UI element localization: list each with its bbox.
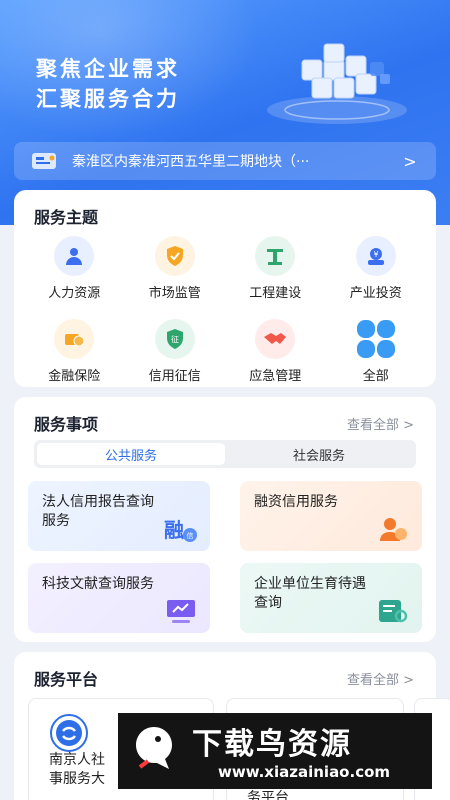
chevron-right-icon[interactable]: >: [400, 152, 420, 171]
svg-text:征: 征: [171, 334, 179, 344]
theme-item-construction[interactable]: 工程建设: [225, 236, 326, 301]
service-theme-card: 服务主题 人力资源 市场监管 工程建设 ¥ 产业投资 金融保险 征 信用征信 应…: [14, 190, 436, 387]
monitor-icon: [167, 600, 195, 623]
handshake-icon: [255, 319, 296, 359]
shield-icon: [154, 236, 195, 276]
theme-item-label: 信用征信: [148, 369, 201, 384]
credit-badge-icon: 征: [154, 319, 195, 359]
service-items-view-all-link[interactable]: 查看全部 >: [347, 414, 414, 433]
hero-title: 聚焦企业需求 汇聚服务合力: [36, 54, 180, 114]
announcement-icon: [32, 153, 56, 169]
tile-label: 融资信用服务: [254, 494, 338, 510]
tile-label: 法人信用报告查询服务: [42, 494, 154, 529]
bird-logo-icon: [136, 727, 172, 769]
theme-item-finance-insurance[interactable]: 金融保险: [24, 319, 125, 384]
tab-social-service[interactable]: 社会服务: [225, 443, 413, 465]
document-search-icon: [379, 600, 408, 623]
financing-icon: [380, 518, 407, 541]
hrss-logo-icon: [50, 714, 88, 752]
service-items-title: 服务事项: [34, 415, 99, 434]
watermark-url: www.xiazainiao.com: [218, 763, 391, 781]
service-platform-view-all-link[interactable]: 查看全部 >: [347, 669, 414, 688]
theme-item-human-resources[interactable]: 人力资源: [24, 236, 125, 301]
theme-item-label: 全部: [362, 369, 389, 384]
svg-text:¥: ¥: [373, 250, 378, 259]
watermark: 下载鸟资源 www.xiazainiao.com: [118, 713, 432, 789]
service-theme-title: 服务主题: [34, 208, 99, 227]
service-items-tiles: 法人信用报告查询服务 融 信 融资信用服务 科技文献查询服务 企业单位生育待遇查…: [28, 481, 422, 633]
theme-item-all[interactable]: 全部: [326, 319, 427, 384]
person-icon: [54, 236, 95, 276]
tab-public-service[interactable]: 公共服务: [37, 443, 225, 465]
watermark-name: 下载鸟资源: [192, 727, 352, 762]
service-items-tabs: 公共服务 社会服务: [34, 440, 416, 468]
theme-item-label: 市场监管: [148, 286, 201, 301]
platform-card-label: 务平台: [247, 790, 289, 800]
grid-icon: [356, 319, 396, 359]
service-tile-legal-credit-report[interactable]: 法人信用报告查询服务 融 信: [28, 481, 210, 551]
theme-item-emergency[interactable]: 应急管理: [225, 319, 326, 384]
theme-item-label: 人力资源: [48, 286, 101, 301]
theme-item-credit[interactable]: 征 信用征信: [125, 319, 226, 384]
theme-item-label: 产业投资: [349, 286, 402, 301]
crane-icon: [255, 236, 296, 276]
theme-item-industry-investment[interactable]: ¥ 产业投资: [326, 236, 427, 301]
tile-label: 科技文献查询服务: [42, 576, 154, 592]
cubes-illustration: [267, 43, 407, 124]
service-platform-title: 服务平台: [34, 670, 99, 689]
money-bag-icon: ¥: [355, 236, 396, 276]
service-tile-tech-literature[interactable]: 科技文献查询服务: [28, 563, 210, 633]
theme-item-market-supervision[interactable]: 市场监管: [125, 236, 226, 301]
hero-title-line2: 汇聚服务合力: [36, 87, 180, 111]
hero-title-line1: 聚焦企业需求: [36, 57, 180, 81]
service-items-card: 服务事项 查看全部 > 公共服务 社会服务 法人信用报告查询服务 融 信 融资信…: [14, 397, 436, 642]
theme-item-label: 工程建设: [249, 286, 302, 301]
svg-text:信: 信: [187, 531, 194, 540]
credit-report-icon: 融 信: [164, 518, 197, 542]
theme-item-label: 金融保险: [48, 369, 101, 384]
service-tile-maternity-benefits[interactable]: 企业单位生育待遇查询: [240, 563, 422, 633]
notice-bar[interactable]: 秦淮区内秦淮河西五华里二期地块（··· >: [14, 142, 436, 180]
svg-text:融: 融: [164, 518, 184, 542]
theme-item-label: 应急管理: [249, 369, 302, 384]
service-tile-financing-credit[interactable]: 融资信用服务: [240, 481, 422, 551]
service-theme-grid: 人力资源 市场监管 工程建设 ¥ 产业投资 金融保险 征 信用征信 应急管理 全…: [24, 236, 426, 384]
coins-icon: [54, 319, 95, 359]
notice-text: 秦淮区内秦淮河西五华里二期地块（···: [72, 154, 310, 170]
platform-card-label: 南京人社事服务大: [49, 752, 105, 787]
tile-label: 企业单位生育待遇查询: [254, 576, 366, 611]
